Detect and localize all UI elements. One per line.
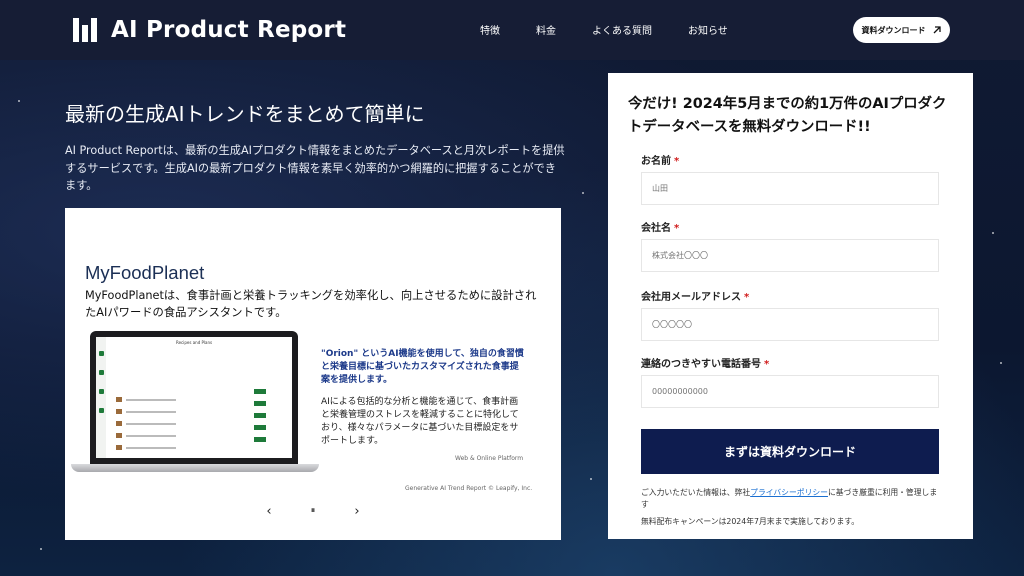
star [1000, 362, 1002, 364]
phone-field[interactable] [641, 375, 939, 408]
phone-label: 連絡のつきやすい電話番号 * [641, 359, 770, 370]
nav-item-features[interactable]: 特徴 [480, 22, 500, 37]
star [590, 478, 592, 480]
logo-text: AI Product Report [111, 17, 347, 43]
slide-credit: Generative AI Trend Report © Leapify, In… [405, 485, 533, 492]
nav-item-faq[interactable]: よくある質問 [592, 22, 652, 37]
name-field[interactable] [641, 172, 939, 205]
chevron-right-icon[interactable]: › [349, 504, 365, 519]
star [992, 232, 994, 234]
chevron-left-icon[interactable]: ‹ [261, 504, 277, 519]
hero-title: 最新の生成AIトレンドをまとめて簡単に [65, 102, 425, 126]
campaign-notice: 無料配布キャンペーンは2024年7月末まで実施しております。 [641, 517, 860, 526]
main-nav: 特徴 料金 よくある質問 お知らせ [480, 22, 728, 37]
privacy-notice: ご入力いただいた情報は、弊社プライバシーポリシーに基づき厳重に利用・管理します [641, 488, 938, 509]
company-field[interactable] [641, 239, 939, 272]
company-label: 会社名 * [641, 223, 680, 234]
star [40, 548, 42, 550]
header-download-button[interactable]: 資料ダウンロード [853, 17, 950, 43]
hero-description: AI Product Reportは、最新の生成AIプロダクト情報をまとめたデー… [65, 144, 565, 192]
privacy-policy-link[interactable]: プライバシーポリシー [750, 488, 828, 497]
name-label: お名前 * [641, 156, 680, 167]
screen-title: Recipes and Plans [176, 340, 213, 345]
product-carousel-slide: MyFoodPlanet MyFoodPlanetは、食事計画と栄養トラッキング… [65, 208, 561, 540]
form-title: 今だけ! 2024年5月までの約1万件のAIプロダクトデータベースを無料ダウンロ… [628, 96, 947, 135]
email-field[interactable] [641, 308, 939, 341]
nav-item-pricing[interactable]: 料金 [536, 22, 556, 37]
slide-description: MyFoodPlanetは、食事計画と栄養トラッキングを効率化し、向上させるため… [85, 289, 537, 319]
star [18, 100, 20, 102]
laptop-mockup: Recipes and Plans [71, 331, 319, 477]
logo-bars-icon [73, 18, 99, 42]
pause-icon[interactable]: ⏸ [305, 506, 321, 516]
slide-title: MyFoodPlanet [85, 262, 205, 283]
arrow-up-right-icon [933, 26, 941, 34]
email-label: 会社用メールアドレス * [641, 292, 750, 303]
carousel-controls: ‹ ⏸ › [261, 503, 365, 519]
submit-download-button[interactable]: まずは資料ダウンロード [641, 429, 939, 474]
slide-feature-note: "Orion" というAI機能を使用して、独自の食習慣と栄養目標に基づいたカスタ… [321, 349, 524, 385]
slide-analysis-note: AIによる包括的な分析と機能を通じて、食事計画と栄養管理のストレスを軽減すること… [321, 397, 519, 446]
logo[interactable]: AI Product Report [73, 17, 346, 43]
nav-item-news[interactable]: お知らせ [688, 22, 728, 37]
star [582, 192, 584, 194]
header-download-label: 資料ダウンロード [861, 25, 926, 35]
download-form: 今だけ! 2024年5月までの約1万件のAIプロダクトデータベースを無料ダウンロ… [608, 73, 973, 539]
laptop-screen: Recipes and Plans [90, 331, 298, 464]
slide-platform: Web & Online Platform [455, 455, 524, 462]
site-header: AI Product Report 特徴 料金 よくある質問 お知らせ 資料ダウ… [0, 0, 1024, 60]
